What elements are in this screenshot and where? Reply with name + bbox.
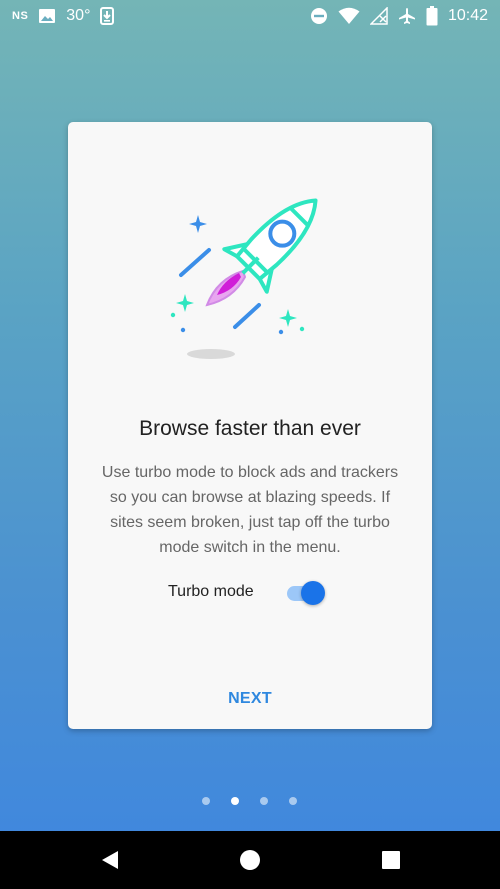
page-dot-2-active[interactable] (231, 797, 239, 805)
airplane-mode-icon (398, 7, 416, 25)
turbo-mode-row: Turbo mode (168, 580, 332, 606)
no-signal-icon (369, 7, 388, 25)
image-icon (38, 8, 56, 24)
download-icon (100, 7, 115, 25)
page-dot-1[interactable] (202, 797, 210, 805)
status-right: 10:42 (310, 0, 488, 32)
onboarding-card: Browse faster than ever Use turbo mode t… (68, 122, 432, 729)
next-button[interactable]: NEXT (200, 684, 300, 714)
carrier-label: NS (12, 10, 29, 22)
battery-icon (426, 6, 438, 26)
status-bar: NS 30° 10:42 (0, 0, 500, 32)
home-icon[interactable] (238, 848, 262, 872)
navigation-bar (0, 831, 500, 889)
wifi-icon (338, 7, 360, 25)
page-indicator (198, 797, 302, 807)
onboarding-description: Use turbo mode to block ads and trackers… (101, 464, 399, 556)
recents-icon[interactable] (379, 848, 403, 872)
onboarding-title: Browse faster than ever (139, 417, 361, 440)
rocket-illustration (163, 177, 343, 367)
back-icon[interactable] (98, 848, 122, 872)
turbo-mode-label: Turbo mode (168, 583, 254, 600)
status-left: NS 30° (12, 0, 115, 32)
toggle-thumb (301, 581, 325, 605)
do-not-disturb-icon (310, 7, 328, 25)
page-dot-3[interactable] (260, 797, 268, 805)
clock: 10:42 (447, 7, 488, 24)
page-dot-4[interactable] (289, 797, 297, 805)
turbo-mode-toggle[interactable] (287, 581, 327, 605)
temperature-label: 30° (66, 7, 91, 24)
